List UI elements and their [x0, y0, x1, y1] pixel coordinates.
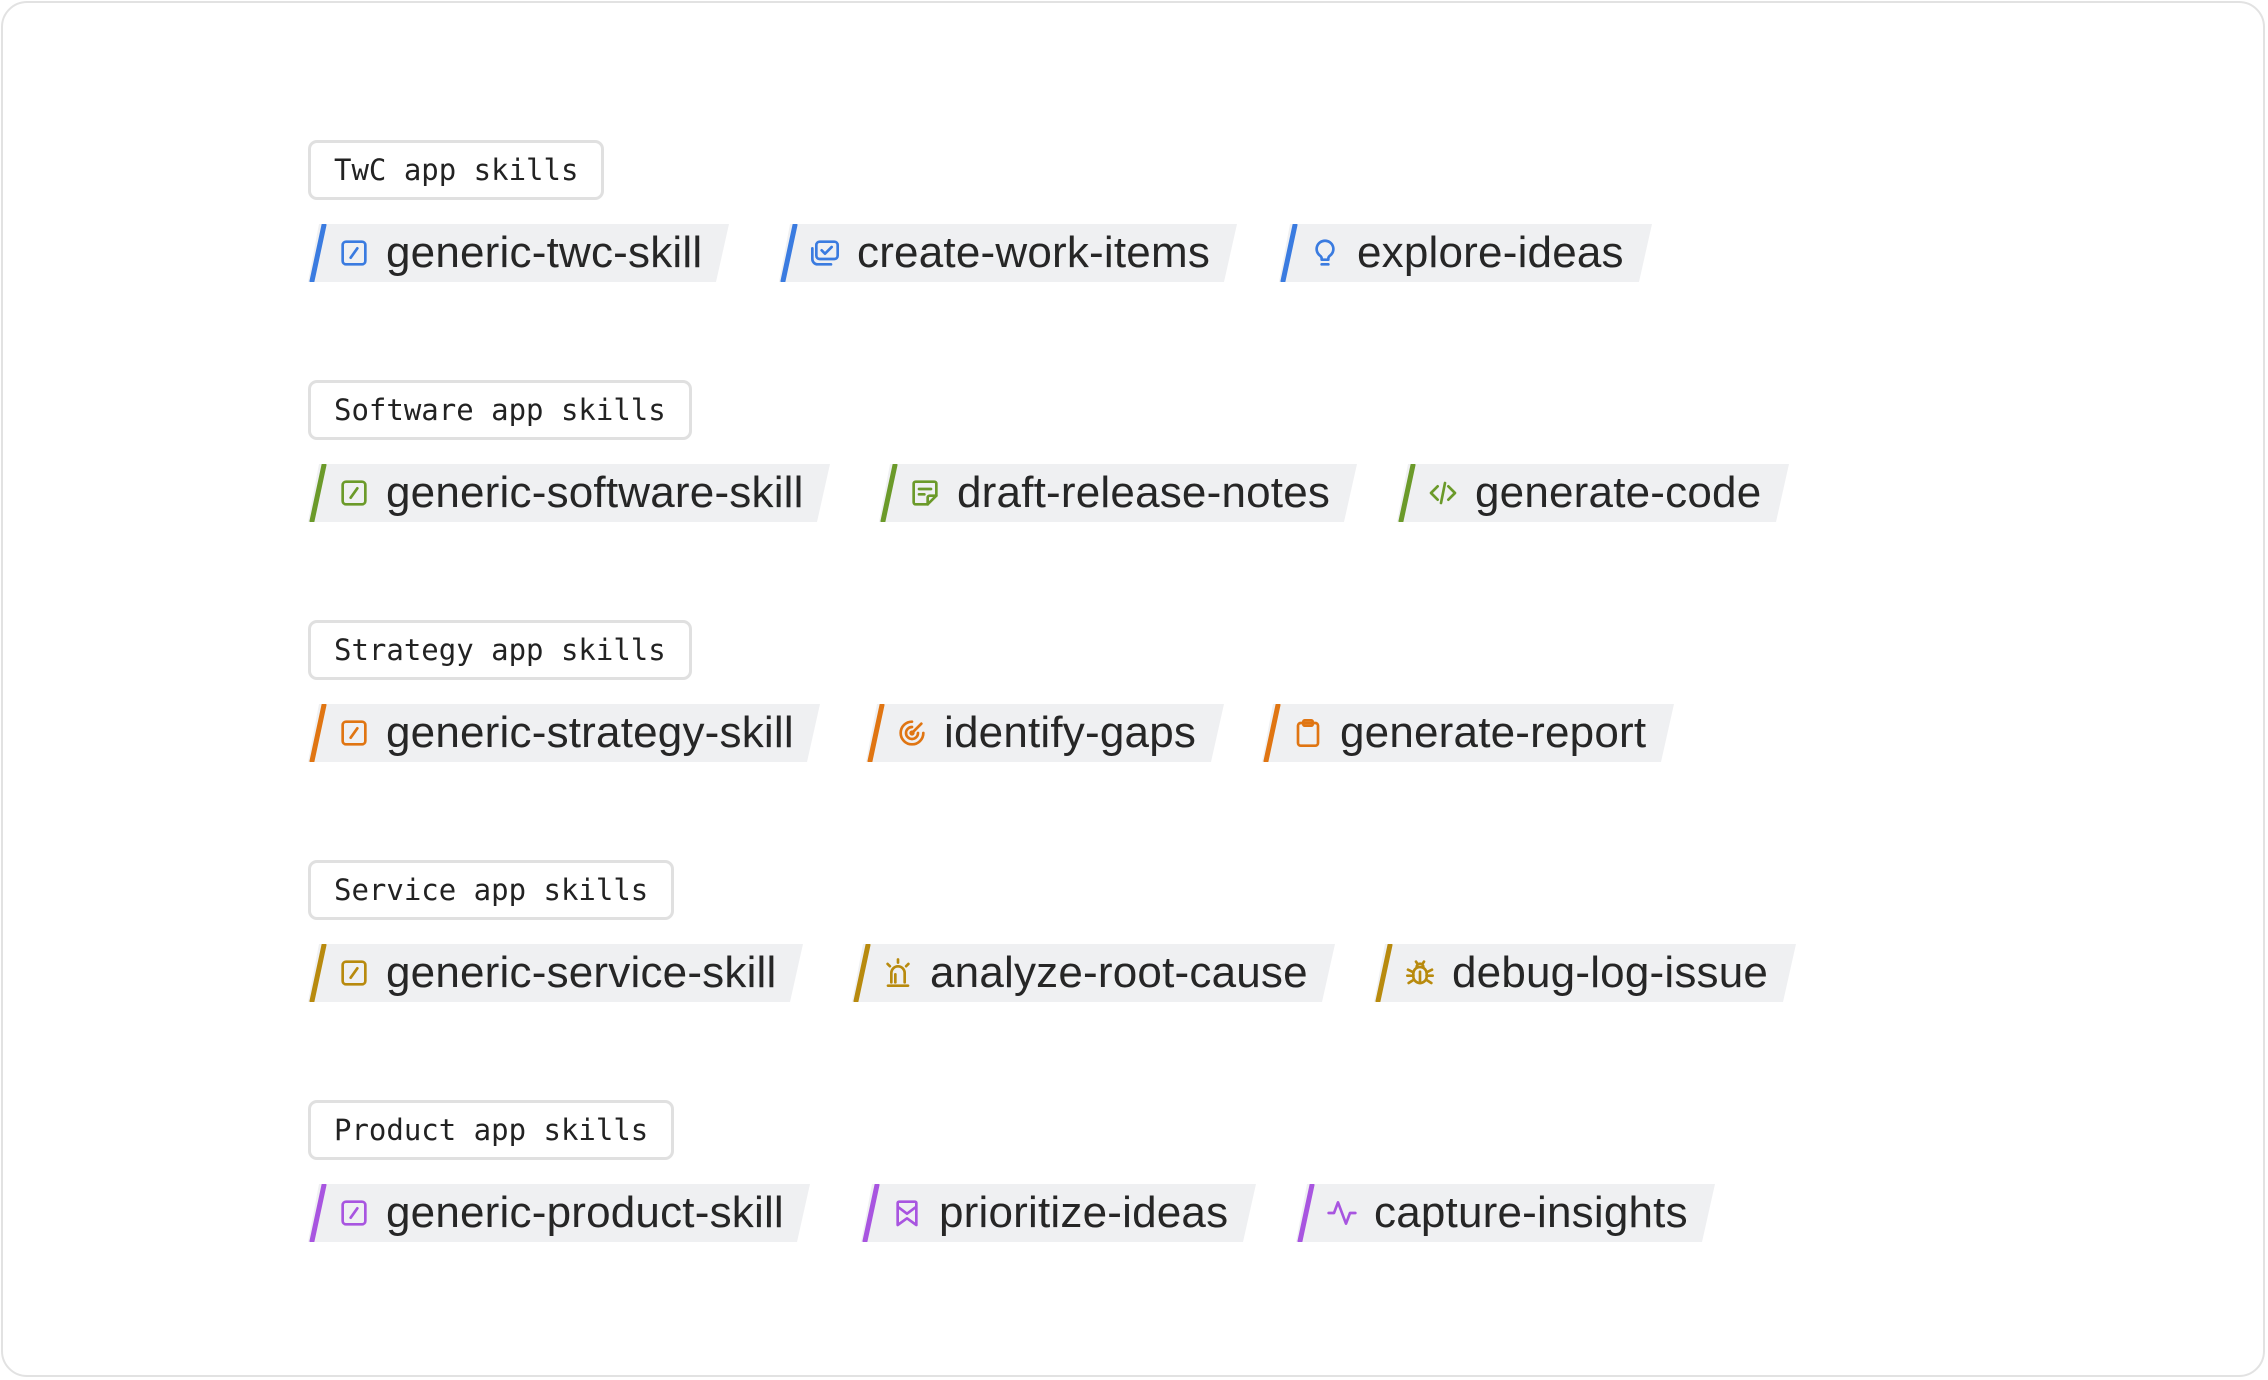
- clipboard-icon: [1296, 719, 1320, 747]
- skill-chip[interactable]: create-work-items: [779, 224, 1237, 282]
- skill-chip[interactable]: generic-software-skill: [308, 464, 830, 522]
- skill-name: explore-ideas: [1357, 228, 1624, 277]
- slash-accent-icon: [309, 224, 327, 282]
- square-slash-icon: [341, 720, 367, 746]
- skill-name: generate-code: [1475, 468, 1762, 517]
- group-strategy: Strategy app skills generic-strategy-ski…: [308, 620, 692, 762]
- skill-name: capture-insights: [1374, 1188, 1688, 1237]
- slash-accent-icon: [853, 944, 871, 1002]
- square-slash-icon: [341, 960, 367, 986]
- slash-accent-icon: [1263, 704, 1281, 762]
- skill-chip[interactable]: generic-product-skill: [308, 1184, 810, 1242]
- skill-name: debug-log-issue: [1452, 948, 1769, 997]
- bug-icon: [1406, 960, 1434, 985]
- group-label: Service app skills: [308, 860, 675, 920]
- code-icon: [1429, 481, 1457, 505]
- pulse-icon: [1327, 1201, 1357, 1225]
- skill-chip[interactable]: generic-service-skill: [308, 944, 803, 1002]
- skill-name: generic-twc-skill: [386, 228, 703, 277]
- group-software: Software app skills generic-software-ski…: [308, 380, 692, 522]
- skill-chip[interactable]: analyze-root-cause: [852, 944, 1335, 1002]
- square-slash-icon: [341, 240, 367, 266]
- skill-chip[interactable]: generic-strategy-skill: [308, 704, 820, 762]
- square-slash-icon: [341, 1200, 367, 1226]
- skill-chip[interactable]: generate-report: [1262, 704, 1674, 762]
- group-label: Product app skills: [308, 1100, 675, 1160]
- group-product: Product app skills generic-product-skill…: [308, 1100, 675, 1242]
- skill-chip[interactable]: prioritize-ideas: [861, 1184, 1256, 1242]
- bookmark-icon: [896, 1200, 918, 1227]
- skill-name: create-work-items: [857, 228, 1211, 277]
- slash-accent-icon: [309, 1184, 327, 1242]
- slash-accent-icon: [1375, 944, 1393, 1002]
- group-label: Strategy app skills: [308, 620, 692, 680]
- skill-chip[interactable]: capture-insights: [1296, 1184, 1715, 1242]
- skill-chip[interactable]: draft-release-notes: [879, 464, 1357, 522]
- slash-accent-icon: [1398, 464, 1416, 522]
- slash-accent-icon: [1280, 224, 1298, 282]
- group-twc: TwC app skills generic-twc-skill create-…: [308, 140, 605, 282]
- skill-chip[interactable]: explore-ideas: [1279, 224, 1652, 282]
- skill-name: generic-service-skill: [386, 948, 777, 997]
- skill-name: generic-strategy-skill: [386, 708, 794, 757]
- square-slash-icon: [341, 480, 367, 506]
- slash-accent-icon: [309, 704, 327, 762]
- skill-name: identify-gaps: [944, 708, 1197, 757]
- skill-name: generic-software-skill: [386, 468, 804, 517]
- skill-name: draft-release-notes: [957, 468, 1331, 517]
- checklist-stack-icon: [811, 240, 839, 266]
- skill-name: prioritize-ideas: [939, 1188, 1229, 1237]
- slash-accent-icon: [862, 1184, 880, 1242]
- skill-name: generic-product-skill: [386, 1188, 784, 1237]
- slash-accent-icon: [309, 944, 327, 1002]
- slash-accent-icon: [309, 464, 327, 522]
- skill-chip[interactable]: identify-gaps: [866, 704, 1224, 762]
- sticky-note-icon: [912, 480, 938, 506]
- skill-chip[interactable]: generate-code: [1397, 464, 1789, 522]
- slash-accent-icon: [867, 704, 885, 762]
- siren-icon: [886, 958, 910, 987]
- group-label: TwC app skills: [308, 140, 605, 200]
- skill-chip[interactable]: generic-twc-skill: [308, 224, 729, 282]
- slash-accent-icon: [780, 224, 798, 282]
- group-label: Software app skills: [308, 380, 692, 440]
- skill-chip[interactable]: debug-log-issue: [1374, 944, 1796, 1002]
- skill-name: analyze-root-cause: [930, 948, 1308, 997]
- skills-card: TwC app skills generic-twc-skill create-…: [1, 1, 2265, 1377]
- group-service: Service app skills generic-service-skill…: [308, 860, 675, 1002]
- radar-icon: [899, 720, 925, 746]
- lightbulb-icon: [1315, 239, 1335, 266]
- slash-accent-icon: [880, 464, 898, 522]
- slash-accent-icon: [1297, 1184, 1315, 1242]
- skill-name: generate-report: [1340, 708, 1647, 757]
